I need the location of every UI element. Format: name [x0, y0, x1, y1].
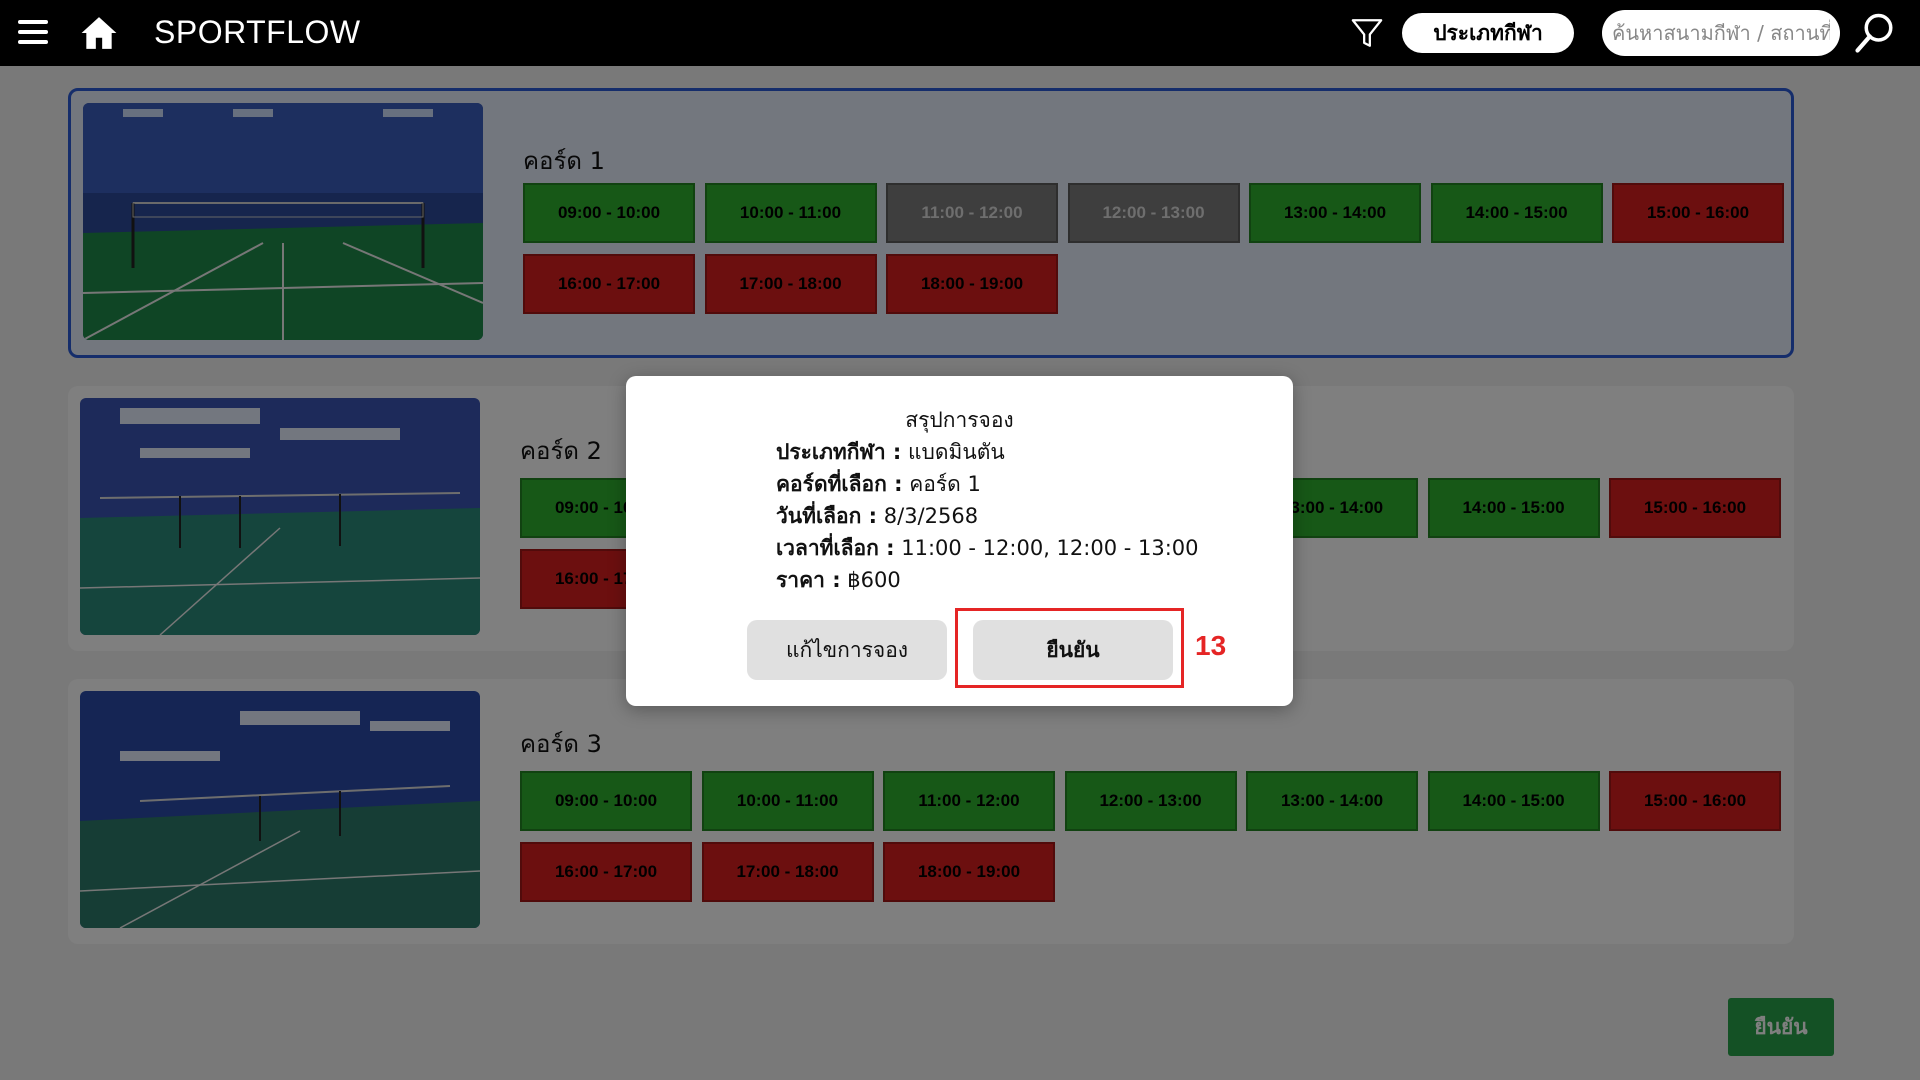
summary-sport-value: แบดมินตัน: [901, 440, 1005, 464]
summary-date-label: วันที่เลือก :: [776, 504, 878, 528]
modal-title: สรุปการจอง: [905, 408, 1014, 432]
summary-court-label: คอร์ดที่เลือก :: [776, 472, 903, 496]
brand-logo[interactable]: SPORTFLOW: [154, 14, 361, 51]
step-number-label: 13: [1195, 630, 1227, 661]
summary-court-row: คอร์ดที่เลือก : คอร์ด 1: [776, 468, 1199, 500]
summary-court-value: คอร์ด 1: [902, 472, 981, 496]
summary-time-value: 11:00 - 12:00, 12:00 - 13:00: [894, 536, 1199, 560]
sport-type-dropdown[interactable]: ประเภทกีฬา: [1402, 13, 1574, 53]
summary-date-value: 8/3/2568: [877, 504, 979, 528]
summary-price-value: ฿600: [840, 568, 901, 592]
summary-price-label: ราคา :: [776, 568, 841, 592]
search-icon[interactable]: [1854, 12, 1896, 54]
step-highlight-box: [955, 608, 1184, 688]
summary-date-row: วันที่เลือก : 8/3/2568: [776, 500, 1199, 532]
filter-icon[interactable]: [1350, 16, 1384, 50]
summary-price-row: ราคา : ฿600: [776, 564, 1199, 596]
summary-time-row: เวลาที่เลือก : 11:00 - 12:00, 12:00 - 13…: [776, 532, 1199, 564]
home-icon[interactable]: [80, 14, 118, 52]
hamburger-menu-icon[interactable]: [18, 18, 48, 46]
summary-time-label: เวลาที่เลือก :: [776, 536, 895, 560]
top-bar: SPORTFLOW ประเภทกีฬา: [0, 0, 1920, 66]
summary-sport-label: ประเภทกีฬา :: [776, 440, 902, 464]
summary-sport-row: ประเภทกีฬา : แบดมินตัน: [776, 436, 1199, 468]
edit-booking-button[interactable]: แก้ไขการจอง: [747, 620, 947, 680]
search-input[interactable]: [1602, 10, 1840, 56]
